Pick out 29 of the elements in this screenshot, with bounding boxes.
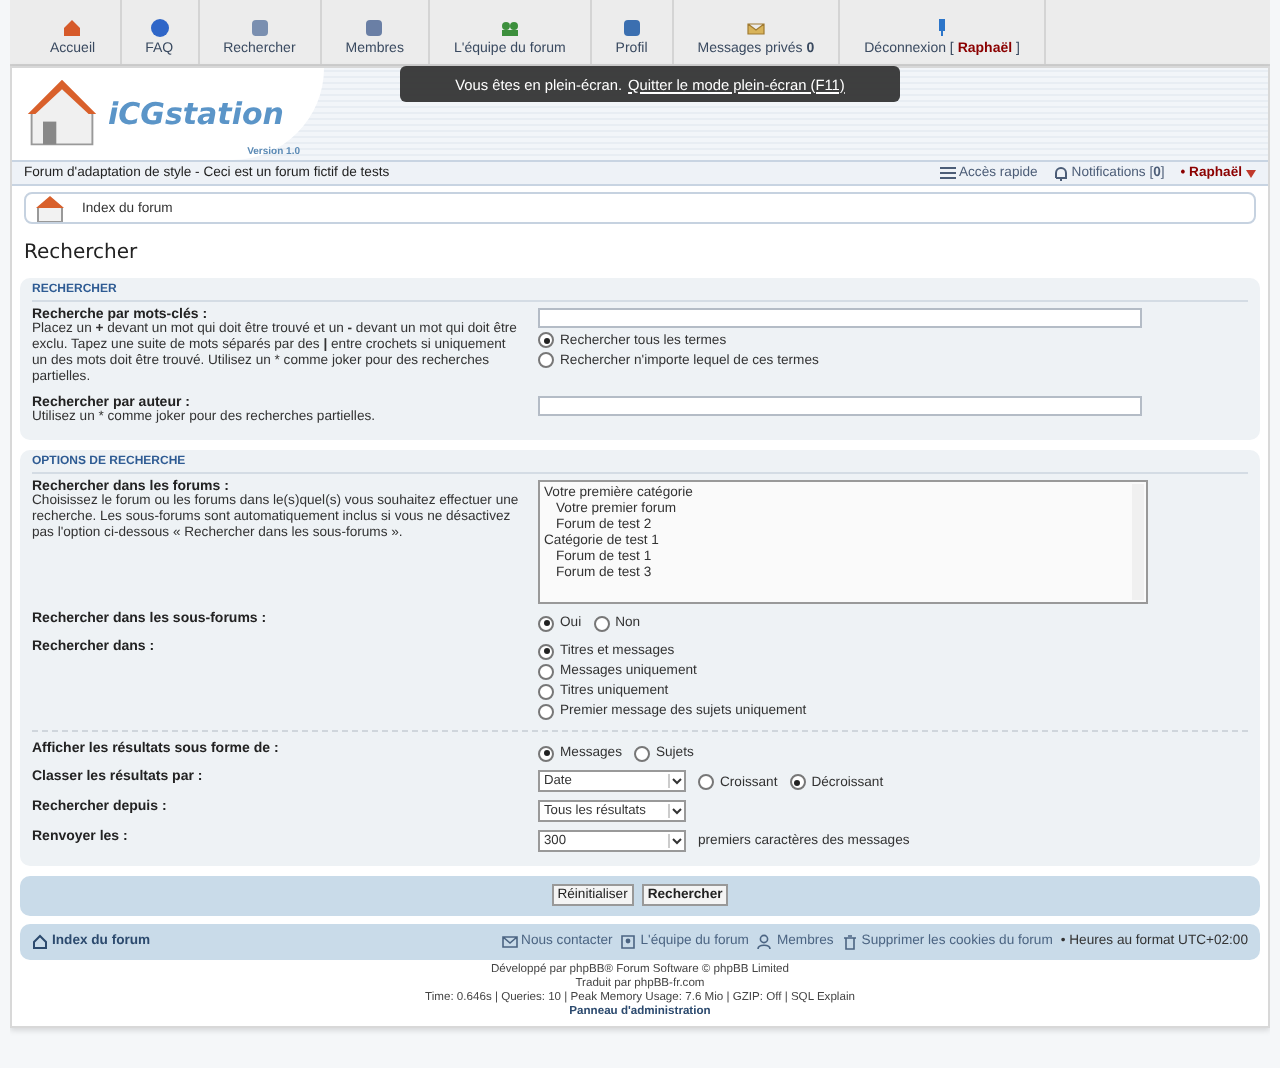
caret-icon <box>668 833 684 848</box>
radio-button[interactable] <box>789 774 806 791</box>
radio-button[interactable] <box>593 615 610 632</box>
radio-button[interactable] <box>538 745 554 762</box>
caret-icon <box>668 803 684 818</box>
author-field[interactable] <box>538 395 1142 416</box>
bell-icon <box>1053 165 1068 181</box>
trash-icon <box>841 933 858 950</box>
caret-icon <box>1246 169 1256 177</box>
house-icon <box>32 933 48 950</box>
radio-button[interactable] <box>538 615 554 632</box>
radio-button[interactable] <box>538 643 554 660</box>
radio-button[interactable] <box>538 683 554 700</box>
envelope-icon <box>745 18 766 38</box>
radio-button[interactable] <box>538 703 554 720</box>
radio-button[interactable] <box>698 774 714 791</box>
radio-button[interactable] <box>538 332 554 348</box>
page-title: Rechercher <box>24 242 140 264</box>
person-icon <box>756 933 773 950</box>
radio-button[interactable] <box>538 663 554 680</box>
house-icon <box>62 18 83 38</box>
radio-button[interactable] <box>538 352 554 368</box>
radio-button[interactable] <box>633 745 650 762</box>
scrollbar[interactable] <box>1132 483 1144 600</box>
menu-icon <box>939 166 955 180</box>
keywords-field[interactable] <box>538 308 1142 328</box>
envelope-icon <box>501 933 518 950</box>
info-icon <box>149 18 170 38</box>
caret-icon <box>668 773 684 788</box>
